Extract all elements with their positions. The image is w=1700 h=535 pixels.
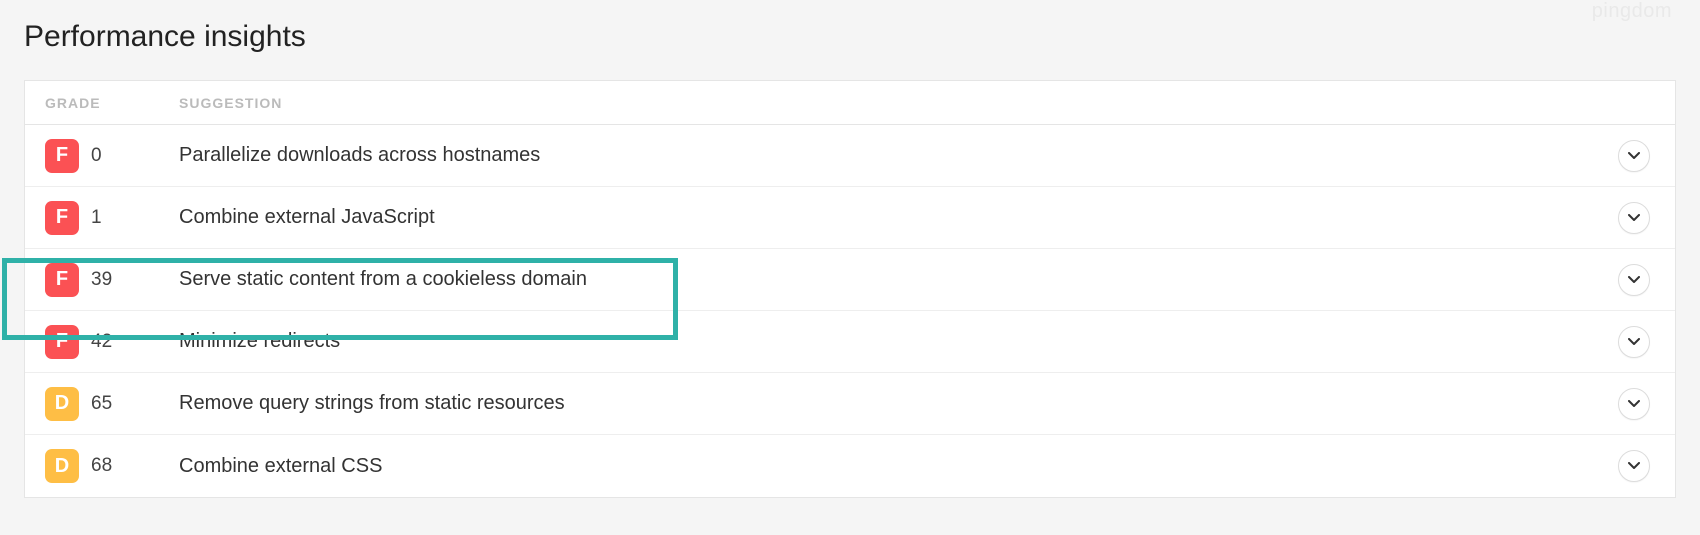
suggestion-text: Combine external JavaScript	[179, 206, 1611, 229]
expand-button[interactable]	[1618, 326, 1650, 358]
suggestion-text: Remove query strings from static resourc…	[179, 392, 1611, 415]
insights-table: GRADE SUGGESTION F 0 Parallelize downloa…	[24, 80, 1676, 498]
chevron-down-icon	[1628, 276, 1640, 284]
grade-cell: D 65	[25, 387, 179, 421]
expand-button[interactable]	[1618, 450, 1650, 482]
page-title: Performance insights	[0, 0, 1700, 80]
expand-button[interactable]	[1618, 202, 1650, 234]
table-row[interactable]: F 0 Parallelize downloads across hostnam…	[25, 125, 1675, 187]
table-row[interactable]: F 39 Serve static content from a cookiel…	[25, 249, 1675, 311]
grade-badge: F	[45, 139, 79, 173]
grade-badge: F	[45, 263, 79, 297]
column-header-suggestion: SUGGESTION	[179, 95, 1675, 111]
score-value: 1	[91, 207, 102, 229]
expand-button[interactable]	[1618, 264, 1650, 296]
score-value: 68	[91, 455, 112, 477]
table-header: GRADE SUGGESTION	[25, 81, 1675, 125]
score-value: 65	[91, 393, 112, 415]
expand-button[interactable]	[1618, 388, 1650, 420]
table-row[interactable]: F 1 Combine external JavaScript	[25, 187, 1675, 249]
suggestion-text: Minimize redirects	[179, 330, 1611, 353]
chevron-down-icon	[1628, 400, 1640, 408]
score-value: 39	[91, 269, 112, 291]
table-row[interactable]: D 65 Remove query strings from static re…	[25, 373, 1675, 435]
grade-cell: D 68	[25, 449, 179, 483]
score-value: 0	[91, 145, 102, 167]
grade-cell: F 1	[25, 201, 179, 235]
score-value: 42	[91, 331, 112, 353]
grade-badge: D	[45, 387, 79, 421]
grade-badge: F	[45, 201, 79, 235]
grade-cell: F 0	[25, 139, 179, 173]
chevron-down-icon	[1628, 214, 1640, 222]
grade-badge: D	[45, 449, 79, 483]
chevron-down-icon	[1628, 338, 1640, 346]
suggestion-text: Combine external CSS	[179, 455, 1611, 478]
expand-button[interactable]	[1618, 140, 1650, 172]
suggestion-text: Parallelize downloads across hostnames	[179, 144, 1611, 167]
grade-cell: F 42	[25, 325, 179, 359]
chevron-down-icon	[1628, 152, 1640, 160]
grade-badge: F	[45, 325, 79, 359]
watermark: pingdom	[1592, 0, 1672, 23]
chevron-down-icon	[1628, 462, 1640, 470]
grade-cell: F 39	[25, 263, 179, 297]
table-row[interactable]: D 68 Combine external CSS	[25, 435, 1675, 497]
table-row[interactable]: F 42 Minimize redirects	[25, 311, 1675, 373]
suggestion-text: Serve static content from a cookieless d…	[179, 268, 1611, 291]
column-header-grade: GRADE	[25, 95, 179, 111]
